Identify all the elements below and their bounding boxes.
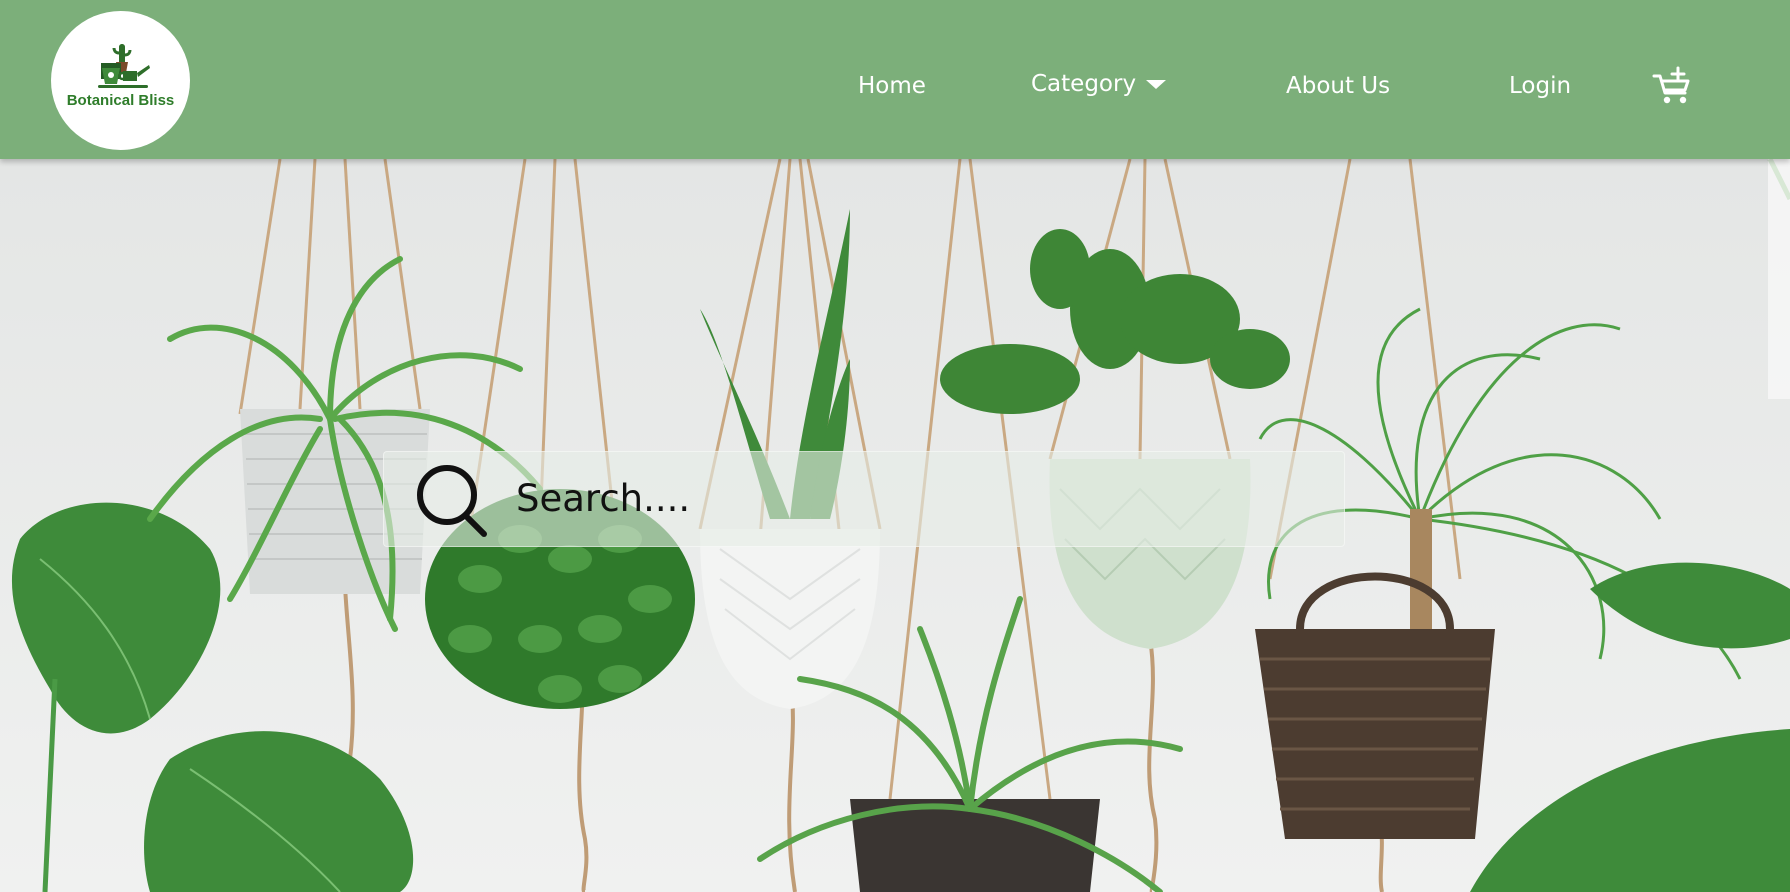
brand-logo[interactable]: Botanical Bliss — [51, 11, 190, 150]
search-bar[interactable] — [383, 451, 1345, 547]
search-input[interactable] — [516, 468, 1316, 528]
site-header: Botanical Bliss Home Category About Us L… — [0, 0, 1790, 159]
caret-down-icon[interactable] — [1146, 80, 1166, 90]
nav-home-link[interactable]: Home — [858, 71, 926, 101]
nav-about-link[interactable]: About Us — [1286, 71, 1390, 101]
brand-name: Botanical Bliss — [66, 92, 175, 109]
nav-category-link[interactable]: Category — [1031, 69, 1136, 99]
nav-login-link[interactable]: Login — [1509, 71, 1571, 101]
plant-logo-icon — [98, 44, 150, 88]
cart-add-icon[interactable] — [1652, 66, 1692, 106]
search-icon[interactable] — [414, 462, 490, 538]
page: Botanical Bliss Home Category About Us L… — [0, 0, 1790, 892]
